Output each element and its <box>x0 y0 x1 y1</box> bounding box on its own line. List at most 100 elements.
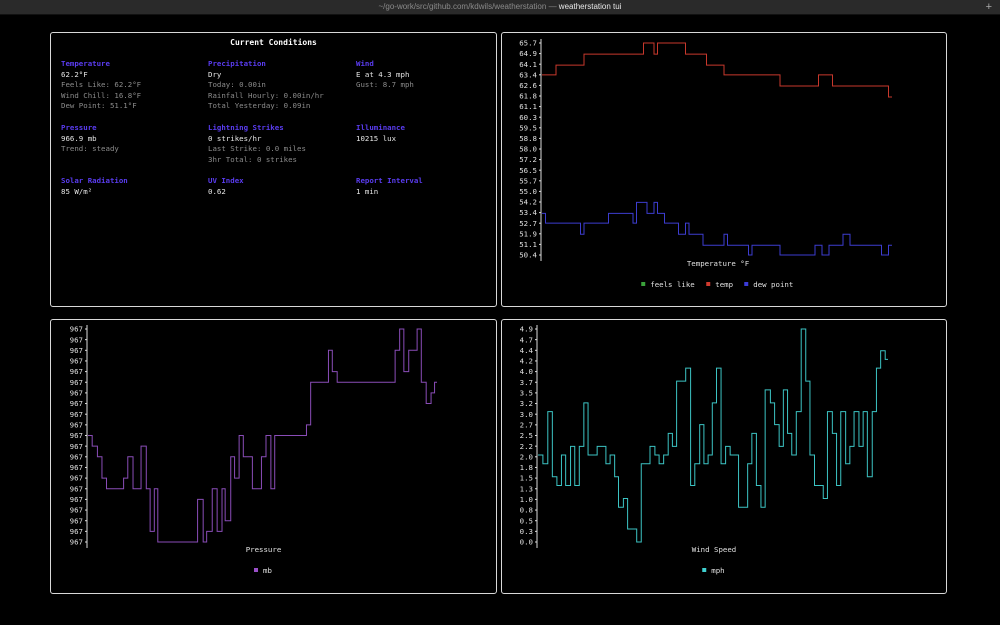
temperature-chart-panel: 65.7 64.9 64.1 63.4 62.6 61.8 61.1 60.3 59.5 58.8… <box>501 32 947 307</box>
chart-title: Pressure <box>246 545 282 554</box>
y-tick-label: 2.5 <box>520 431 533 440</box>
y-tick-label: 1.5 <box>520 474 533 483</box>
condition-detail: Gust: 8.7 mph <box>356 80 414 90</box>
y-tick-label: 2.0 <box>520 452 533 461</box>
series-line-dew-point <box>542 201 892 256</box>
y-tick-label: 64.1 <box>519 60 537 69</box>
y-tick-label: 58.0 <box>519 145 537 154</box>
y-tick-label: 4.4 <box>520 346 534 355</box>
y-tick-label: 967 <box>70 410 83 419</box>
y-tick-label: 967 <box>70 474 83 483</box>
condition-detail: Rainfall Hourly: 0.00in/hr <box>208 90 324 100</box>
y-tick-label: 61.1 <box>519 102 537 111</box>
condition-heading: UV Index <box>208 176 244 185</box>
condition-value: 85 W/m² <box>61 186 93 196</box>
y-tick-label: 967 <box>70 527 83 536</box>
condition-detail: Wind Chill: 16.8°F <box>61 90 142 100</box>
condition-heading: Temperature <box>61 59 110 68</box>
legend-label: mph <box>711 566 724 575</box>
y-tick-label: 967 <box>70 495 83 504</box>
series-line-mph <box>538 328 888 543</box>
y-tick-label: 967 <box>70 516 83 525</box>
condition-heading: Precipitation <box>208 59 266 68</box>
condition-detail: Feels Like: 62.2°F <box>61 80 142 90</box>
wind-speed-chart: 4.94.7 4.4 4.24.0 3.7 3.53.2 3.02.7 2.5 2.22.0 1… <box>520 325 888 575</box>
legend-swatch <box>706 282 711 286</box>
y-tick-label: 53.4 <box>519 208 537 217</box>
y-tick-label: 0.0 <box>520 538 533 547</box>
wind-speed-chart-panel: 4.9 4.7 4.4 4.2 4.0 3.7 3.5 3.2 3.0 2.7 2.5 2.2 2.0 1… <box>501 319 947 594</box>
temperature-chart: 65.764.9 64.163.4 62.6 61.861.1 60.359.5 58.8… <box>519 39 892 289</box>
y-tick-label: 0.8 <box>520 506 533 515</box>
y-tick-label: 1.0 <box>520 495 533 504</box>
legend-label: mb <box>263 566 272 575</box>
y-tick-label: 54.2 <box>519 198 537 207</box>
condition-detail: 3hr Total: 0 strikes <box>208 154 297 164</box>
legend-label: feels like <box>650 280 695 289</box>
legend-label: temp <box>715 280 733 289</box>
condition-value: E at 4.3 mph <box>356 69 410 79</box>
chart-title: Wind Speed <box>692 545 737 554</box>
y-tick-label: 65.7 <box>519 39 537 48</box>
y-tick-label: 967 <box>70 442 83 451</box>
condition-block: Pressure 966.9 mb Trend: steady <box>61 123 119 155</box>
pressure-chart: 9679679679679679679679679679679679679679… <box>70 325 437 575</box>
y-tick-label: 1.3 <box>520 484 533 493</box>
condition-heading: Lightning Strikes <box>208 123 284 132</box>
chart-title: Temperature °F <box>687 259 750 268</box>
condition-block: Report Interval 1 min <box>356 176 423 197</box>
y-tick-label: 62.6 <box>519 81 537 90</box>
condition-block: UV Index 0.62 <box>208 176 244 197</box>
y-tick-label: 55.7 <box>519 176 537 185</box>
y-tick-label: 0.3 <box>520 527 533 536</box>
y-tick-label: 967 <box>70 463 83 472</box>
y-tick-label: 967 <box>70 538 83 547</box>
condition-heading: Solar Radiation <box>61 176 128 185</box>
condition-block: Lightning Strikes 0 strikes/hr Last Strike… <box>208 123 306 165</box>
condition-value: 1 min <box>356 186 379 196</box>
condition-detail: Trend: steady <box>61 144 119 154</box>
y-tick-label: 56.5 <box>519 166 537 175</box>
y-tick-label: 57.2 <box>519 155 537 164</box>
series-line-mb <box>88 328 437 543</box>
condition-heading: Report Interval <box>356 176 423 185</box>
condition-value: 62.2°F <box>61 69 88 79</box>
y-tick-label: 967 <box>70 452 83 461</box>
condition-block: Wind E at 4.3 mph Gust: 8.7 mph <box>356 59 414 91</box>
y-tick-label: 967 <box>70 389 83 398</box>
condition-value: 10215 lux <box>356 133 397 143</box>
y-tick-label: 967 <box>70 484 83 493</box>
y-tick-label: 51.1 <box>519 240 537 249</box>
condition-detail: Today: 0.00in <box>208 80 266 90</box>
condition-block: Illuminance 10215 lux <box>356 123 405 144</box>
y-tick-label: 50.4 <box>519 251 537 260</box>
condition-value: 0.62 <box>208 186 226 196</box>
y-tick-label: 2.7 <box>520 420 533 429</box>
current-conditions-panel: Current Conditions Temperature 62.2°F Feel… <box>50 32 497 307</box>
y-tick-label: 63.4 <box>519 70 537 79</box>
condition-detail: Dew Point: 51.1°F <box>61 101 137 111</box>
window-path: ~/go-work/src/github.com/kdwils/weathers… <box>378 2 547 11</box>
y-tick-label: 967 <box>70 335 83 344</box>
new-tab-button[interactable]: + <box>986 0 992 14</box>
y-tick-label: 4.7 <box>520 335 533 344</box>
y-tick-label: 967 <box>70 399 83 408</box>
condition-detail: Total Yesterday: 0.09in <box>208 101 311 111</box>
y-tick-label: 64.9 <box>519 49 537 58</box>
legend-label: dew point <box>753 280 793 289</box>
condition-heading: Illuminance <box>356 123 405 132</box>
panel-title: Current Conditions <box>230 38 317 47</box>
y-tick-label: 0.5 <box>520 516 533 525</box>
y-tick-label: 967 <box>70 506 83 515</box>
legend-swatch <box>641 282 646 286</box>
y-tick-label: 4.9 <box>520 325 533 334</box>
condition-heading: Wind <box>356 59 374 68</box>
pressure-chart-panel: 967 967 967 967 967 967 967 967 967 967 967 967 967 9… <box>50 319 497 594</box>
y-tick-label: 967 <box>70 431 83 440</box>
window-titlebar: ~/go-work/src/github.com/kdwils/weathers… <box>0 0 1000 15</box>
y-tick-label: 967 <box>70 325 83 334</box>
condition-block: Temperature 62.2°F Feels Like: 62.2°F Wind … <box>61 59 141 112</box>
y-tick-label: 61.8 <box>519 92 537 101</box>
series-line-temp <box>542 42 892 98</box>
y-tick-label: 4.0 <box>520 367 533 376</box>
